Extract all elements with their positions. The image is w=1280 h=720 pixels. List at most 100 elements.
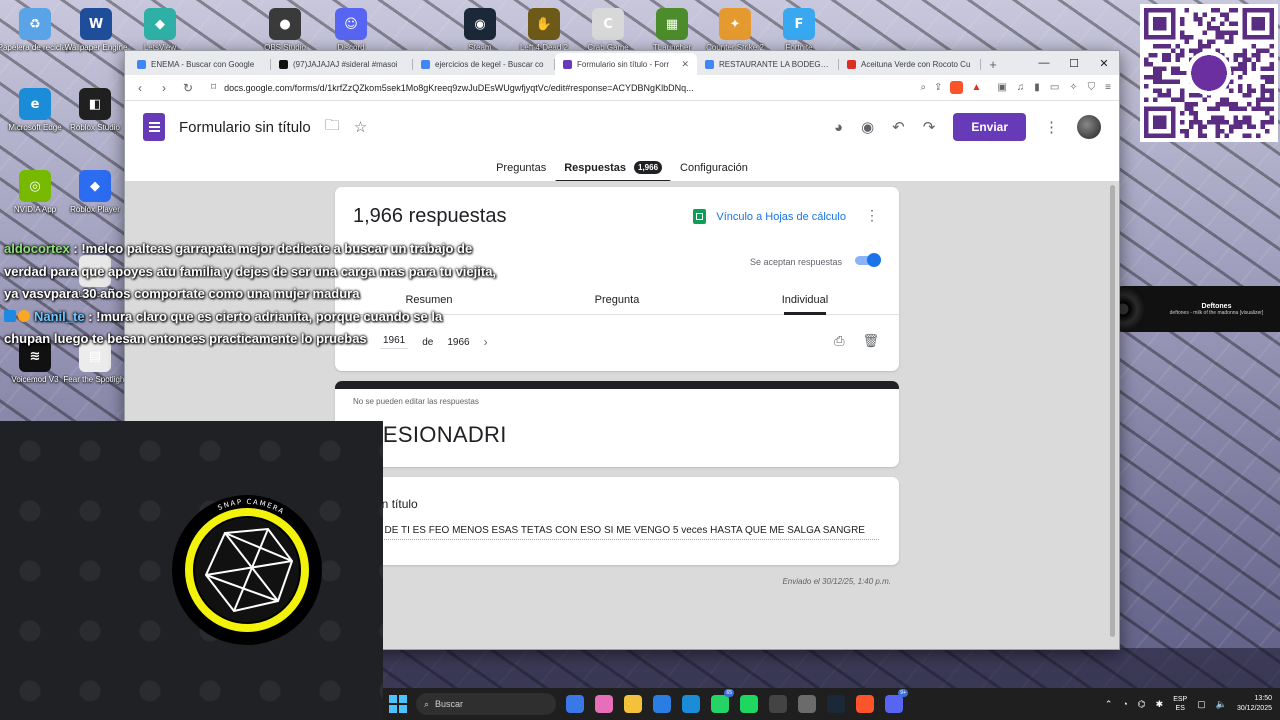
desktop-icon[interactable]: ◆ LetsView [125,8,195,52]
desktop-icon[interactable]: ◆ Roblox Player [60,170,130,214]
more-options-icon[interactable]: ⋮ [1044,118,1059,136]
store-icon[interactable] [653,695,671,713]
reload-icon[interactable]: ↻ [181,81,195,95]
desktop-icon[interactable]: W Wallpaper Engine [61,8,131,52]
share-icon[interactable]: ⇪ [934,82,942,93]
browser-tab[interactable]: RESTAURANTE LA BODEGA - E [697,53,839,75]
close-window-button[interactable]: ✕ [1089,51,1119,75]
delete-icon[interactable]: 🗑 [862,333,879,349]
notification-badge: 9+ [898,689,908,697]
volume-icon[interactable]: 🔈 [1216,699,1227,710]
whatsapp-icon[interactable]: 65 [711,689,734,713]
responses-more-icon[interactable]: ⋮ [865,207,879,224]
bookmark-icon[interactable]: ⌑ [211,82,216,93]
favicon-icon [137,59,146,69]
discord-icon[interactable]: 9+ [885,689,908,713]
copilot-icon[interactable] [595,695,613,713]
forward-icon[interactable]: › [157,81,171,95]
tab-title: (97)JAJAJAJ #sideral #masoi [293,59,398,69]
new-tab-button[interactable]: + [981,53,1005,75]
wallet-icon[interactable]: ▭ [1050,82,1059,93]
folder-icon[interactable]: 🗀 [325,115,340,140]
browser-tab[interactable]: ENEMA - Buscar con Google [129,53,271,75]
palette-icon[interactable]: ◕ [834,119,843,136]
desktop-icon[interactable]: ♻ Papelera de reciclaje [0,8,72,52]
browser-tab[interactable]: ejercicios de kegel - Buscar co [413,53,555,75]
language-indicator[interactable]: ESP ES [1173,695,1187,713]
start-button[interactable] [389,695,407,713]
desktop-icon[interactable]: ● OBS Studio [250,8,320,52]
snap-camera-overlay: SNAP CAMERA [0,421,383,720]
tab-title: Aceituna Verde con Rocoto Cu [861,59,971,69]
brave-shields-icon[interactable] [950,81,964,94]
zoom-icon[interactable]: ⌕ [920,82,926,93]
xbox-icon[interactable] [798,695,816,713]
accepting-responses-toggle[interactable] [853,253,881,267]
form-tabs: Preguntas Respuestas 1,966 Configuración [125,153,1119,183]
desktop-icon-label: Voicemod V3 [11,375,59,384]
folder-icon[interactable] [624,695,642,713]
send-button[interactable]: Enviar [953,113,1026,141]
redo-icon[interactable]: ↷ [923,118,936,136]
rewards-icon[interactable]: ▲ [971,82,981,93]
edge-icon[interactable] [682,695,700,713]
taskbar-search[interactable]: ⌕ Buscar [416,693,556,715]
back-icon[interactable]: ‹ [133,81,147,95]
network-icon[interactable]: ⌬ [1138,699,1146,710]
browser-tab[interactable]: Aceituna Verde con Rocoto Cu [839,53,981,75]
desktop-icon[interactable]: ◧ Roblox Studio [60,88,130,132]
file-explorer-icon[interactable] [566,695,584,713]
subtab-individual[interactable]: Individual [711,285,899,315]
app-icon: ◆ [79,170,111,202]
desktop-icon[interactable]: F Fortnite [764,8,834,52]
desktop-icon[interactable]: ◉ Steam [445,8,515,52]
google-forms-icon[interactable] [143,113,165,141]
ai-icon[interactable]: ✧ [1069,82,1077,93]
maximize-button[interactable]: ☐ [1059,51,1089,75]
chevron-up-icon[interactable]: ⌃ [1105,699,1113,710]
address-bar[interactable]: ⌑ docs.google.com/forms/d/1krfZzQZkom5se… [205,78,987,98]
steam-icon[interactable] [827,695,845,713]
spotify-icon[interactable] [740,695,758,713]
tray-app-icon[interactable]: ◔ [1122,699,1127,709]
accepting-responses-label: Se aceptan respuestas [749,257,842,267]
avatar[interactable] [1077,115,1101,139]
app-icon: ▦ [656,8,688,40]
desktop-icon[interactable]: ▦ TLauncher [637,8,707,52]
vpn-icon[interactable]: ⛉ [1088,82,1096,93]
preview-eye-icon[interactable]: ◉ [861,118,874,136]
chat-username: Nanil_te [34,308,85,324]
star-icon[interactable]: ☆ [354,118,367,136]
tab-questions[interactable]: Preguntas [487,153,555,182]
menu-icon[interactable]: ≡ [1105,82,1111,93]
scrollbar[interactable] [1110,185,1115,637]
media-icon[interactable]: ♫ [1017,82,1025,93]
desktop-icon[interactable]: ✋ Left 4 Dead 2 [509,8,579,52]
desktop-icon[interactable]: ☺ Discord [316,8,386,52]
brave-icon[interactable] [856,695,874,713]
form-title[interactable]: Formulario sin título [179,119,311,136]
minimize-button[interactable]: — [1029,51,1059,75]
tab-settings[interactable]: Configuración [671,153,757,182]
favicon-icon [563,59,572,69]
display-icon[interactable]: ▢ [1197,699,1206,710]
browser-tab-active[interactable]: Formulario sin título - Forr ✕ [555,53,697,75]
close-tab-icon[interactable]: ✕ [681,59,689,70]
leo-icon[interactable]: ▣ [997,82,1006,93]
app-icon: ✦ [719,8,751,40]
tab-title: Formulario sin título - Forr [577,59,670,69]
subtab-question[interactable]: Pregunta [523,285,711,314]
undo-icon[interactable]: ↶ [892,118,905,136]
clock[interactable]: 13:50 30/12/2025 [1237,694,1272,714]
desktop-icon[interactable]: ✦ Counter Strike 2 [700,8,770,52]
browser-tab[interactable]: (97)JAJAJAJ #sideral #masoi [271,53,413,75]
desktop-icon[interactable]: C Crab Game [573,8,643,52]
tab-responses[interactable]: Respuestas 1,966 [555,153,671,183]
url-text[interactable]: docs.google.com/forms/d/1krfZzQZkom5sek1… [224,83,912,93]
sidebar-icon[interactable]: ▮ [1034,82,1040,93]
bluetooth-icon[interactable]: ✱ [1156,699,1164,710]
app-icon: ✋ [528,8,560,40]
print-icon[interactable]: ⎙ [834,333,844,349]
obs-icon[interactable] [769,695,787,713]
link-to-sheets-button[interactable]: Vínculo a Hojas de cálculo [693,209,846,224]
